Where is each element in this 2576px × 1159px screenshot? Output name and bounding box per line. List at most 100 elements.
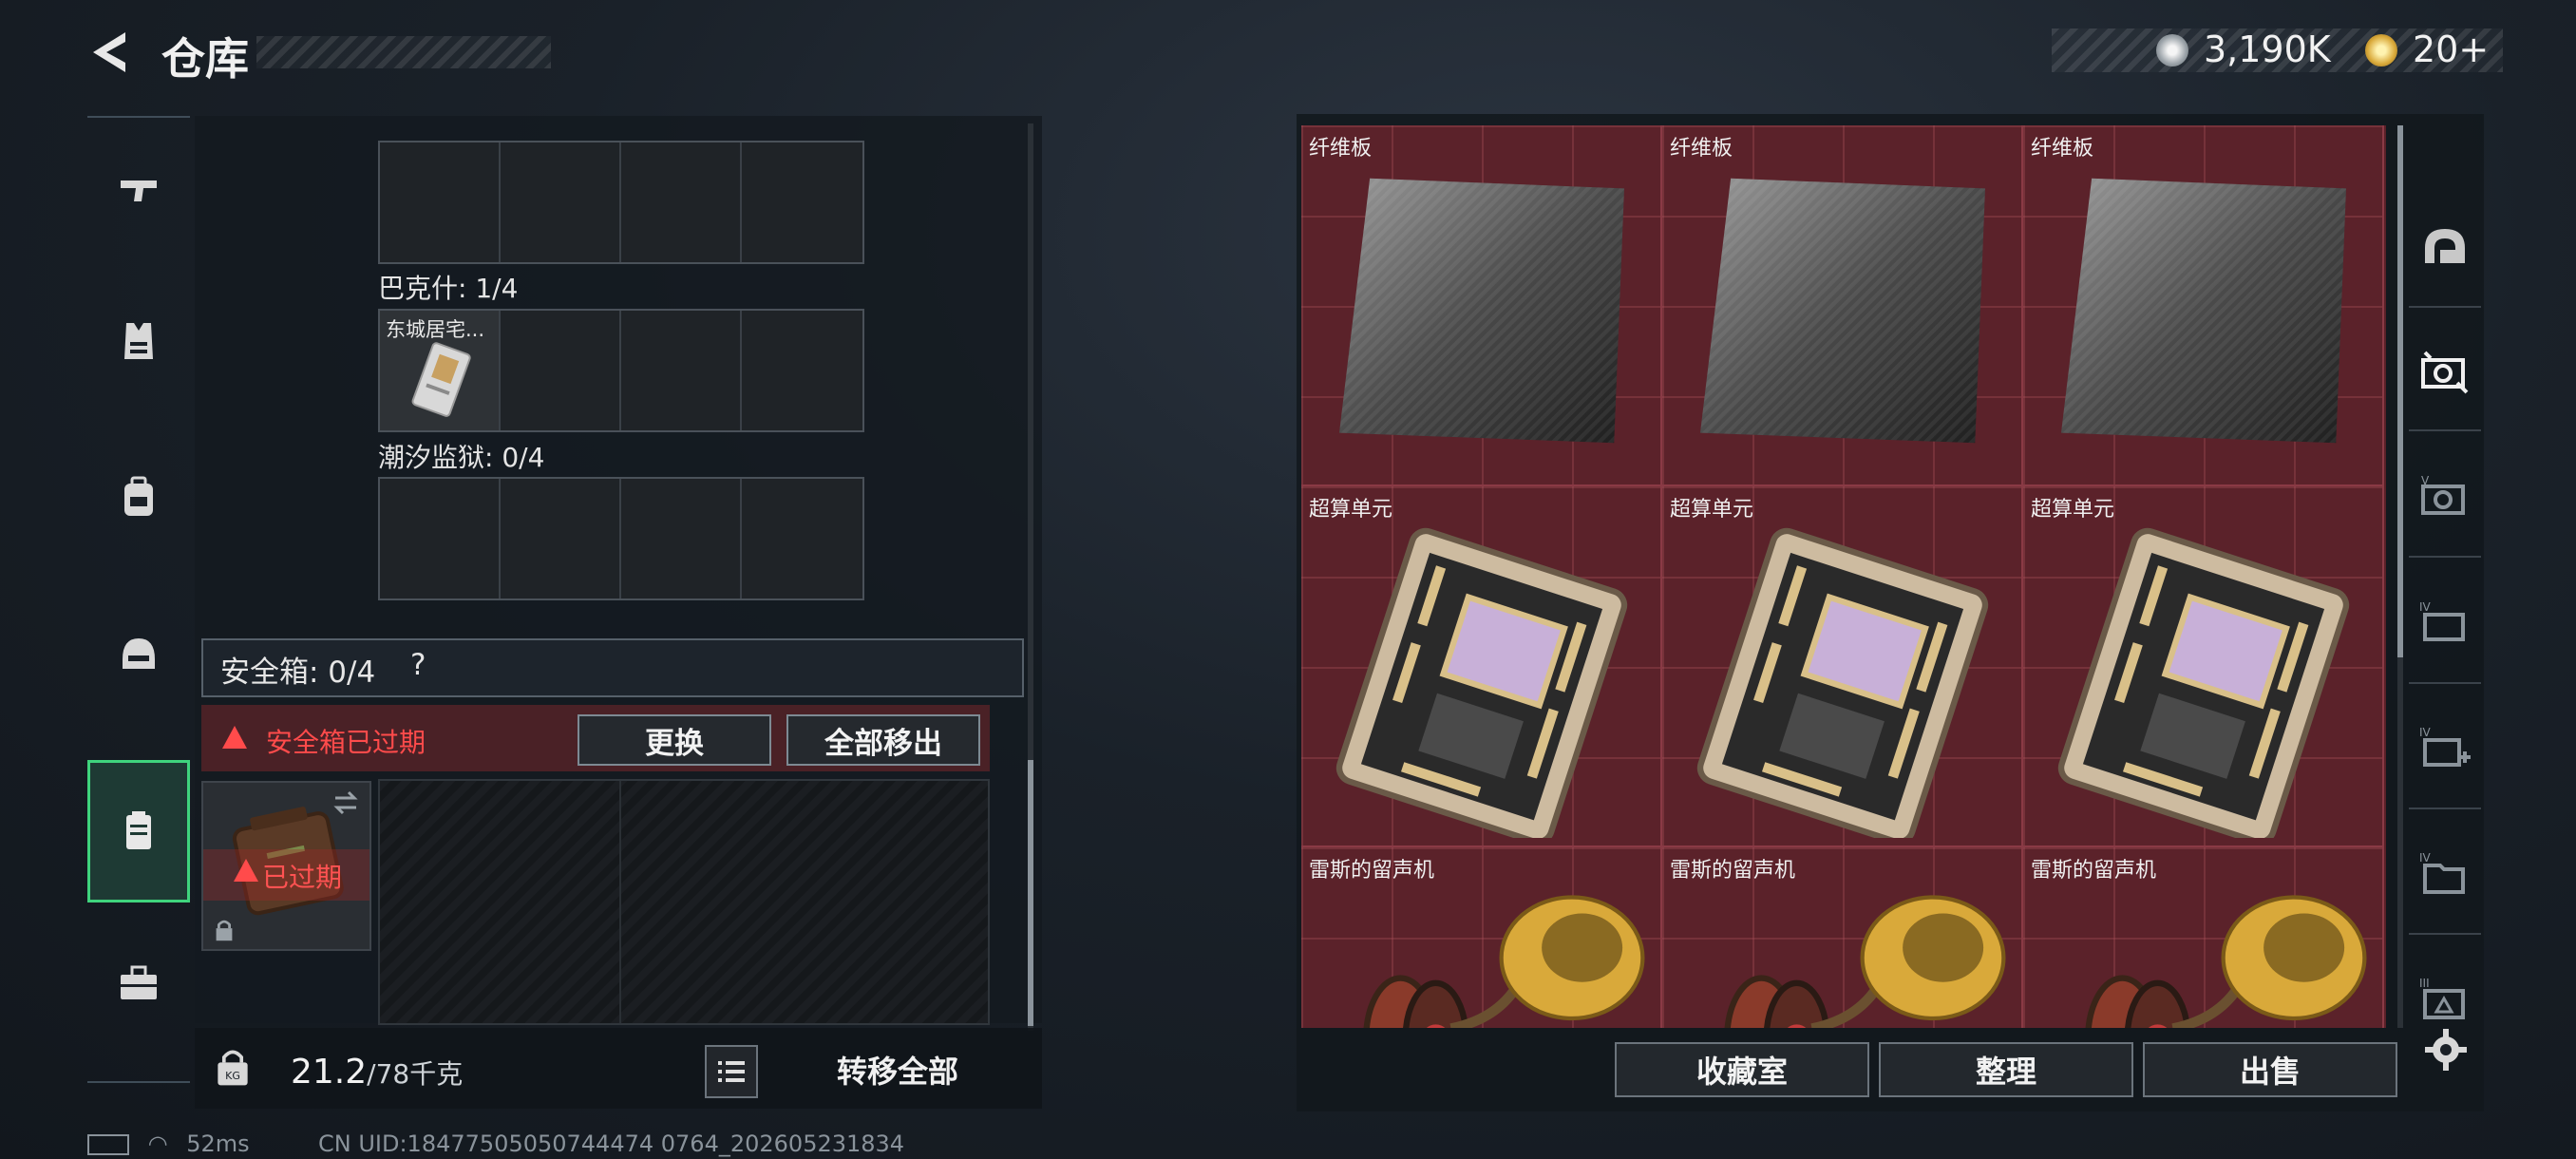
organize-button[interactable]: 整理	[1879, 1042, 2133, 1097]
inventory-item-gramophone[interactable]: 雷斯的留声机	[1301, 847, 1662, 1028]
fiberboard-icon	[1700, 178, 1985, 444]
gramophone-icon	[2085, 895, 2367, 1028]
keycard-icon	[411, 342, 471, 417]
expired-warning-icon	[234, 859, 258, 882]
safe-slot-divider	[619, 781, 621, 1023]
inventory-item-fiberboard[interactable]: 纤维板	[1662, 125, 2023, 486]
weight-lock-icon: KG	[218, 1050, 248, 1086]
empty-slot[interactable]	[742, 311, 862, 430]
rail-armor[interactable]	[87, 270, 190, 412]
gear-icon[interactable]	[2422, 1026, 2470, 1074]
storage-2-icon: V	[2421, 474, 2465, 515]
collection-room-button[interactable]: 收藏室	[1615, 1042, 1869, 1097]
inventory-item-gramophone[interactable]: 雷斯的留声机	[1662, 847, 2023, 1028]
gold-coin-icon	[2365, 34, 2397, 66]
safe-box-item[interactable]: 已过期	[201, 781, 371, 951]
rail-toolkit[interactable]	[87, 912, 190, 1054]
rail-weapons[interactable]	[87, 118, 190, 260]
empty-slot[interactable]	[501, 142, 621, 262]
storage-1-icon	[2421, 351, 2469, 394]
empty-slot[interactable]	[621, 479, 742, 598]
helmet-icon	[123, 638, 155, 669]
rail-storage-5[interactable]: IV	[2409, 819, 2481, 935]
empty-slot[interactable]	[621, 142, 742, 262]
safe-box-slots[interactable]	[378, 779, 990, 1025]
inventory-item-fiberboard[interactable]: 纤维板	[2023, 125, 2384, 486]
transfer-all-button[interactable]: 转移全部	[774, 1043, 1021, 1096]
supercomputer-unit-icon	[1696, 527, 1989, 838]
item-slot[interactable]: 东城居宅...	[380, 311, 501, 430]
rail-storage-3[interactable]: IV	[2409, 568, 2481, 684]
inventory-item-circuit[interactable]: 超算单元	[1662, 486, 2023, 847]
inventory-item-gramophone[interactable]: 雷斯的留声机	[2023, 847, 2384, 1028]
briefcase-icon	[121, 965, 157, 999]
page-title: 仓库	[161, 33, 249, 85]
item-name: 纤维板	[1670, 137, 1733, 161]
currency-bar: 3,190K 20+	[2052, 28, 2503, 72]
safe-box-label: 安全箱: 0/4	[220, 656, 376, 690]
item-name: 雷斯的留声机	[2031, 859, 2157, 883]
item-name: 超算单元	[1309, 498, 1393, 522]
empty-slot[interactable]	[501, 311, 621, 430]
helmet-outline-icon	[2425, 229, 2465, 263]
empty-slot[interactable]	[742, 479, 862, 598]
empty-slot[interactable]	[380, 479, 501, 598]
expired-warning-text: 安全箱已过期	[266, 727, 426, 758]
empty-slot[interactable]	[380, 142, 501, 262]
storage-slot-grid: 东城居宅...	[378, 309, 864, 432]
weight-capacity: /78千克	[367, 1058, 464, 1090]
list-view-button[interactable]	[705, 1045, 758, 1098]
case-expired-label: 已过期	[262, 862, 343, 893]
uid-text: CN UID:18477505050744474 0764_2026052318…	[318, 1130, 905, 1157]
network-status: ◠ 52ms	[87, 1130, 250, 1157]
rail-helmet-outline[interactable]	[2409, 192, 2481, 308]
svg-text:V: V	[2421, 474, 2430, 487]
supercomputer-unit-icon	[1335, 527, 1628, 838]
svg-text:IV: IV	[2419, 600, 2432, 614]
item-name: 纤维板	[2031, 137, 2094, 161]
right-storage-rail: V IV IV IV III	[2403, 114, 2484, 1112]
empty-slot[interactable]	[501, 479, 621, 598]
weight-value: 21.2	[291, 1053, 368, 1092]
empty-slot[interactable]	[621, 311, 742, 430]
move-all-out-button[interactable]: 全部移出	[786, 714, 980, 766]
swap-icon[interactable]	[331, 788, 360, 817]
rail-helmet[interactable]	[87, 583, 190, 726]
rail-storage-4[interactable]: IV	[2409, 694, 2481, 809]
storage-3-icon: IV	[2419, 600, 2465, 641]
item-name: 雷斯的留声机	[1670, 859, 1796, 883]
backpack-icon	[124, 476, 153, 516]
storage-4-icon: IV	[2419, 726, 2471, 767]
back-arrow-icon[interactable]	[87, 28, 135, 76]
weight-readout: 21.2/78千克	[291, 1053, 463, 1092]
ping-value: 52ms	[186, 1130, 250, 1157]
gramophone-icon	[1363, 895, 1645, 1028]
silver-coin-icon	[2156, 34, 2188, 66]
item-name: 超算单元	[2031, 498, 2115, 522]
empty-slot[interactable]	[742, 142, 862, 262]
gramophone-icon	[1724, 895, 2006, 1028]
inventory-item-circuit[interactable]: 超算单元	[1301, 486, 1662, 847]
svg-text:IV: IV	[2419, 726, 2432, 739]
rail-storage-2[interactable]: V	[2409, 442, 2481, 558]
inventory-grid: 纤维板 纤维板 纤维板 超算单元 超算单元 超算单元 雷斯的留声机 雷斯的留声机…	[1301, 125, 2386, 1028]
rail-safe-box[interactable]	[87, 760, 190, 902]
supercomputer-unit-icon	[2057, 527, 2350, 838]
sell-button[interactable]: 出售	[2143, 1042, 2397, 1097]
battery-icon	[87, 1134, 129, 1155]
inventory-item-fiberboard[interactable]: 纤维板	[1301, 125, 1662, 486]
rail-storage-1[interactable]	[2409, 315, 2481, 431]
rail-backpack[interactable]	[87, 427, 190, 569]
storage-slot-grid	[378, 141, 864, 264]
item-name: 雷斯的留声机	[1309, 859, 1435, 883]
svg-text:IV: IV	[2419, 851, 2432, 864]
storage-scrollbar-thumb[interactable]	[1028, 760, 1033, 1026]
currency-silver-value: 3,190K	[2204, 28, 2331, 70]
item-name: 纤维板	[1309, 137, 1373, 161]
replace-button[interactable]: 更换	[578, 714, 771, 766]
help-icon[interactable]: ?	[410, 648, 426, 682]
group-label-tidal-prison: 潮汐监狱: 0/4	[378, 442, 545, 473]
left-category-rail	[87, 116, 190, 1083]
wifi-icon: ◠	[147, 1130, 168, 1157]
inventory-item-circuit[interactable]: 超算单元	[2023, 486, 2384, 847]
